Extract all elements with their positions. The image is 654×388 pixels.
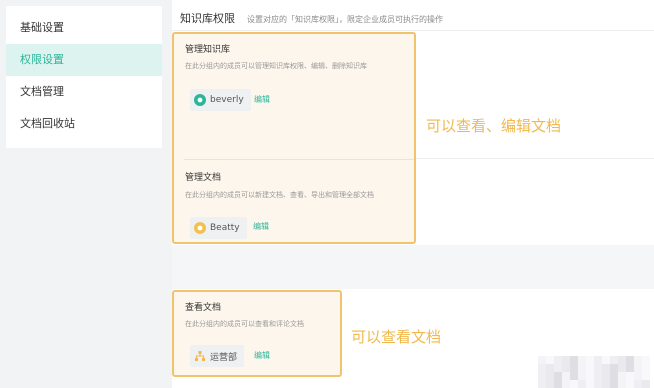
mosaic-cell <box>602 364 610 372</box>
member-chip[interactable]: Beatty <box>190 217 247 239</box>
mosaic-cell <box>634 364 642 372</box>
manage-kb-description: 在此分组内的成员可以管理知识库权限、编辑、删除知识库 <box>185 62 367 70</box>
mosaic-cell <box>562 356 570 364</box>
mosaic-cell <box>642 380 650 388</box>
mosaic-cell <box>618 364 626 372</box>
mosaic-cell <box>618 380 626 388</box>
mosaic-cell <box>578 356 586 364</box>
mosaic-cell <box>610 356 618 364</box>
edit-link[interactable]: 编辑 <box>254 94 270 105</box>
mosaic-cell <box>586 364 594 372</box>
mosaic-cell <box>586 356 594 364</box>
annotation-view-only: 可以查看文档 <box>351 328 442 346</box>
panel-divider <box>184 159 414 160</box>
mosaic-cell <box>570 380 578 388</box>
mosaic-cell <box>642 372 650 380</box>
member-name: Beatty <box>210 223 240 233</box>
mosaic-cell <box>578 380 586 388</box>
view-doc-title: 查看文档 <box>185 303 222 313</box>
mosaic-cell <box>578 372 586 380</box>
mosaic-cell <box>538 372 546 380</box>
mosaic-cell <box>586 380 594 388</box>
mosaic-cell <box>594 380 602 388</box>
sidebar-item-basic-settings[interactable]: 基础设置 <box>6 12 162 44</box>
mosaic-cell <box>642 356 650 364</box>
mosaic-cell <box>626 364 634 372</box>
mosaic-cell <box>610 364 618 372</box>
edit-link[interactable]: 编辑 <box>254 350 270 361</box>
mosaic-cell <box>578 364 586 372</box>
mosaic-cell <box>570 364 578 372</box>
manage-kb-section: 管理知识库 在此分组内的成员可以管理知识库权限、编辑、删除知识库 beverly… <box>174 34 414 158</box>
mosaic-cell <box>554 364 562 372</box>
member-chip[interactable]: 运营部 <box>190 345 245 367</box>
mosaic-cell <box>634 372 642 380</box>
mosaic-cell <box>618 372 626 380</box>
mosaic-cell <box>562 380 570 388</box>
manage-doc-description: 在此分组内的成员可以新建文档、查看、导出和管理全部文档 <box>185 191 374 199</box>
sidebar: 基础设置 权限设置 文档管理 文档回收站 <box>6 6 162 148</box>
edit-link[interactable]: 编辑 <box>253 221 269 232</box>
mosaic-cell <box>554 380 562 388</box>
mosaic-cell <box>594 372 602 380</box>
circle-face-icon <box>194 222 206 234</box>
mosaic-cell <box>538 380 546 388</box>
mosaic-cell <box>626 372 634 380</box>
mosaic-cell <box>546 380 554 388</box>
page-header: 知识库权限 设置对应的「知识库权限」，限定企业成员可执行的操作 <box>180 10 443 26</box>
page-title: 知识库权限 <box>180 12 235 25</box>
mosaic-cell <box>618 356 626 364</box>
member-name: beverly <box>210 95 244 105</box>
mosaic-cell <box>538 356 546 364</box>
manage-kb-title: 管理知识库 <box>185 45 231 55</box>
watermark-mosaic <box>538 356 654 388</box>
member-name: 运营部 <box>210 352 238 363</box>
mosaic-cell <box>570 356 578 364</box>
highlight-panel-manage: 管理知识库 在此分组内的成员可以管理知识库权限、编辑、删除知识库 beverly… <box>172 32 416 244</box>
mosaic-cell <box>602 372 610 380</box>
sidebar-item-document-recycle-bin[interactable]: 文档回收站 <box>6 108 162 140</box>
mosaic-cell <box>546 364 554 372</box>
manage-doc-section: 管理文档 在此分组内的成员可以新建文档、查看、导出和管理全部文档 Beatty … <box>174 162 414 242</box>
highlight-panel-view: 查看文档 在此分组内的成员可以查看和评论文档 运营部 编辑 <box>172 290 342 377</box>
mosaic-cell <box>546 356 554 364</box>
mosaic-cell <box>610 380 618 388</box>
manage-doc-title: 管理文档 <box>185 173 222 183</box>
mosaic-cell <box>562 364 570 372</box>
annotation-view-edit: 可以查看、编辑文档 <box>426 117 562 135</box>
mosaic-cell <box>586 372 594 380</box>
view-doc-description: 在此分组内的成员可以查看和评论文档 <box>185 320 304 328</box>
mosaic-cell <box>554 356 562 364</box>
mosaic-cell <box>634 380 642 388</box>
mosaic-cell <box>626 380 634 388</box>
sidebar-item-document-management[interactable]: 文档管理 <box>6 76 162 108</box>
mosaic-cell <box>594 364 602 372</box>
mosaic-cell <box>602 356 610 364</box>
mosaic-cell <box>538 364 546 372</box>
mosaic-cell <box>570 372 578 380</box>
mosaic-cell <box>610 372 618 380</box>
page-description: 设置对应的「知识库权限」，限定企业成员可执行的操作 <box>247 15 443 24</box>
member-chip[interactable]: beverly <box>190 89 251 111</box>
mosaic-cell <box>642 364 650 372</box>
org-tree-icon <box>194 350 206 362</box>
mosaic-cell <box>546 372 554 380</box>
mosaic-cell <box>562 372 570 380</box>
mosaic-cell <box>594 356 602 364</box>
mosaic-cell <box>634 356 642 364</box>
mosaic-cell <box>626 356 634 364</box>
circle-face-icon <box>194 94 206 106</box>
mosaic-cell <box>602 380 610 388</box>
section-gap <box>172 245 654 289</box>
sidebar-item-permission-settings[interactable]: 权限设置 <box>6 44 162 76</box>
header-divider <box>172 30 654 31</box>
mosaic-cell <box>554 372 562 380</box>
